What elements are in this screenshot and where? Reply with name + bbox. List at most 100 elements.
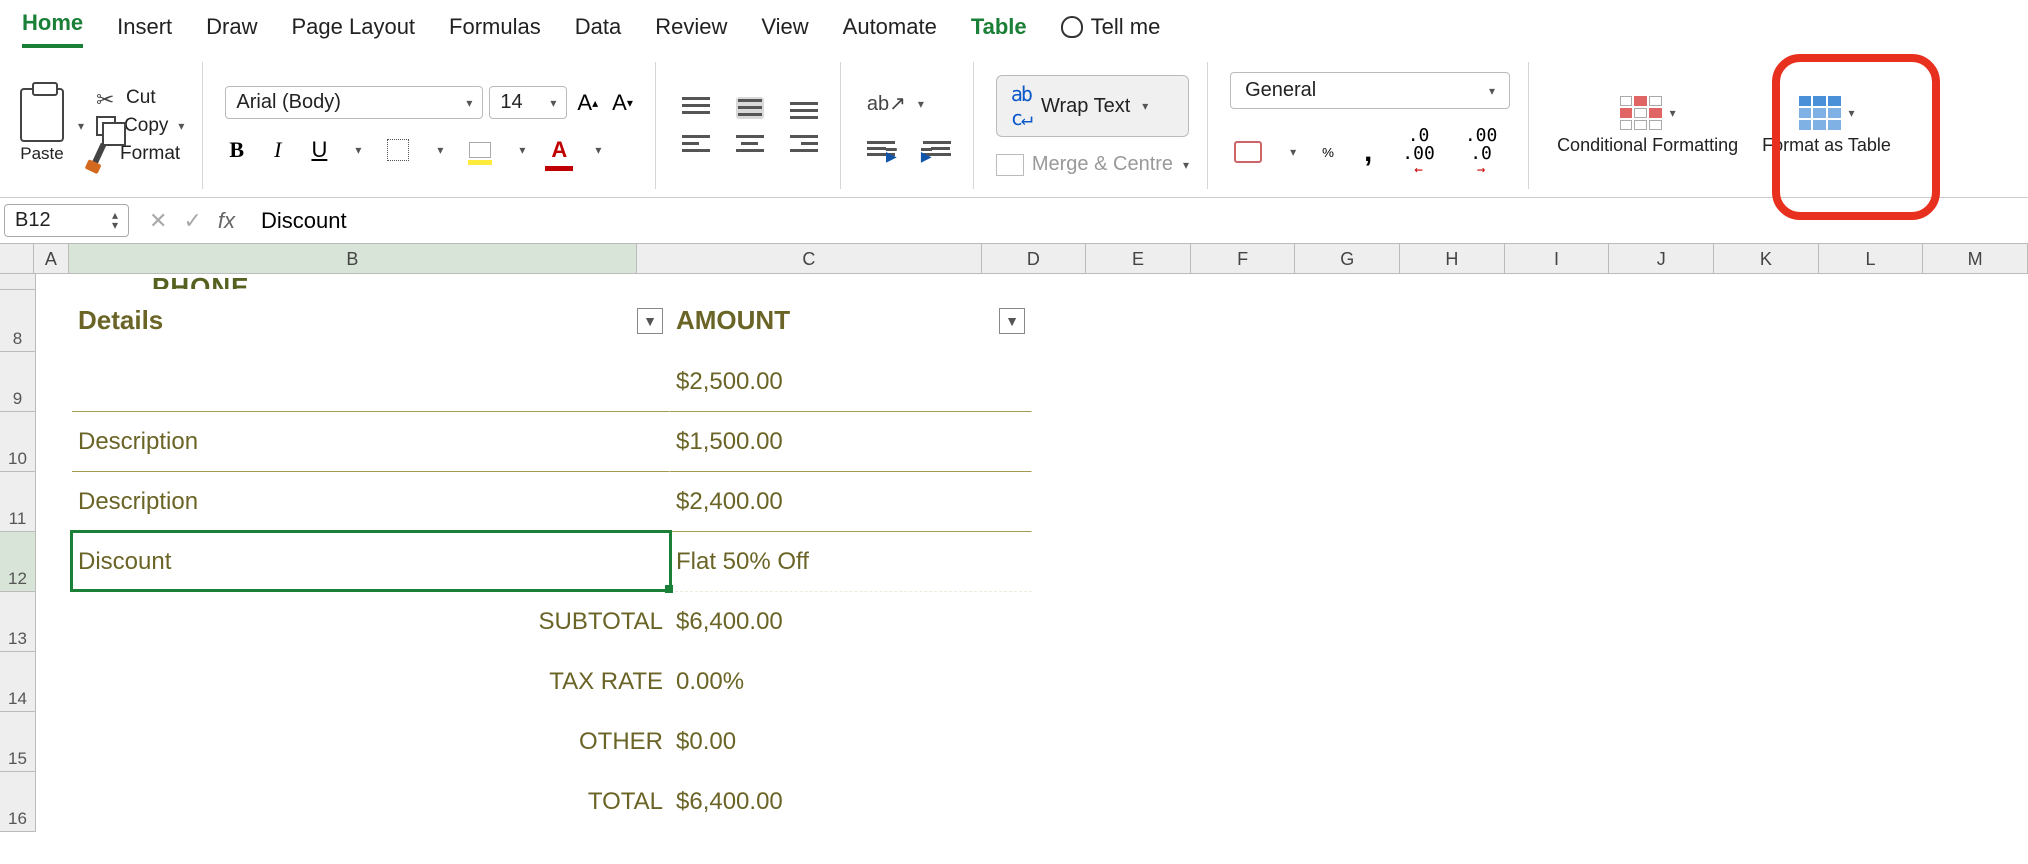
paste-caret[interactable]: ▾ [78,119,84,133]
font-color-caret[interactable]: ▾ [595,143,601,157]
cut-button[interactable]: Cut [96,87,184,109]
cell-C9[interactable]: $2,500.00 [670,352,1032,412]
increase-font-button[interactable]: A▴ [573,88,602,118]
font-size-select[interactable]: 14 ▾ [489,86,567,119]
comma-format-button[interactable]: , [1360,133,1376,171]
tab-insert[interactable]: Insert [117,14,172,48]
row-header-9[interactable]: 9 [0,352,36,412]
cell-C14[interactable]: 0.00% [670,652,1032,712]
col-header-J[interactable]: J [1609,244,1714,273]
cell-C12[interactable]: Flat 50% Off [670,532,1032,592]
cell-C11[interactable]: $2,400.00 [670,472,1032,532]
italic-button[interactable]: I [270,135,285,165]
borders-caret[interactable]: ▾ [437,143,443,157]
increase-indent-button[interactable]: ▶ [919,136,955,162]
row-header-11[interactable]: 11 [0,472,36,532]
decrease-decimal-button[interactable]: .00.0→ [1461,125,1502,179]
confirm-icon[interactable]: ✓ [183,208,201,234]
col-header-E[interactable]: E [1086,244,1191,273]
accounting-format-button[interactable] [1230,139,1266,165]
cell-B13[interactable]: SUBTOTAL [72,592,670,652]
filter-button-details[interactable]: ▼ [637,308,663,334]
bold-button[interactable]: B [225,135,248,165]
fill-color-button[interactable] [465,140,495,160]
tab-table[interactable]: Table [971,14,1027,48]
tab-data[interactable]: Data [575,14,621,48]
col-header-H[interactable]: H [1400,244,1505,273]
align-middle-button[interactable] [732,95,768,121]
row-header-14[interactable]: 14 [0,652,36,712]
paste-button[interactable]: Paste [20,88,64,164]
format-painter-button[interactable]: Format [96,143,184,165]
cell-B10[interactable]: Description [72,412,670,472]
tab-formulas[interactable]: Formulas [449,14,541,48]
cell-B12[interactable]: Discount [72,532,670,592]
row-header-7[interactable] [0,274,36,290]
borders-button[interactable] [383,137,413,163]
align-left-button[interactable] [678,131,714,157]
conditional-formatting-button[interactable]: ▾ Conditional Formatting [1551,96,1744,156]
col-header-M[interactable]: M [1923,244,2028,273]
fill-caret[interactable]: ▾ [519,143,525,157]
cell-C16[interactable]: $6,400.00 [670,772,1032,832]
cell-B8[interactable]: Details ▼ [72,290,670,352]
col-header-A[interactable]: A [34,244,68,273]
cell-C13[interactable]: $6,400.00 [670,592,1032,652]
percent-format-button[interactable]: % [1318,143,1338,162]
currency-caret[interactable]: ▾ [1290,145,1296,159]
cancel-icon[interactable]: ✕ [149,208,167,234]
tell-me[interactable]: Tell me [1061,14,1161,48]
cell-B16[interactable]: TOTAL [72,772,670,832]
col-header-K[interactable]: K [1714,244,1819,273]
col-header-F[interactable]: F [1191,244,1296,273]
cell-C8[interactable]: AMOUNT ▼ [670,290,1032,352]
orientation-caret[interactable]: ▾ [918,97,924,111]
row-header-8[interactable]: 8 [0,290,36,352]
row-header-15[interactable]: 15 [0,712,36,772]
number-format-select[interactable]: General ▾ [1230,72,1510,109]
align-right-button[interactable] [786,131,822,157]
row-header-10[interactable]: 10 [0,412,36,472]
cell-C10[interactable]: $1,500.00 [670,412,1032,472]
format-as-table-button[interactable]: ▾ Format as Table [1756,96,1897,156]
tab-automate[interactable]: Automate [843,14,937,48]
underline-button[interactable]: U [307,135,331,165]
cell-B9[interactable] [72,352,670,412]
align-top-button[interactable] [678,95,714,121]
filter-button-amount[interactable]: ▼ [999,308,1025,334]
formula-input[interactable] [251,204,2028,238]
decrease-indent-button[interactable]: ◀ [863,136,899,162]
align-center-button[interactable] [732,131,768,157]
cell-B15[interactable]: OTHER [72,712,670,772]
tab-draw[interactable]: Draw [206,14,257,48]
wrap-text-button[interactable]: abc↵ Wrap Text ▾ [996,75,1189,137]
underline-caret[interactable]: ▾ [355,143,361,157]
decrease-font-button[interactable]: A▾ [608,88,637,118]
row-header-12[interactable]: 12 [0,532,36,592]
increase-decimal-button[interactable]: .0.00← [1398,125,1439,179]
merge-centre-button[interactable]: Merge & Centre ▾ [996,153,1189,176]
font-color-button[interactable]: A [547,135,571,165]
cell-B11[interactable]: Description [72,472,670,532]
col-header-L[interactable]: L [1819,244,1924,273]
tab-page-layout[interactable]: Page Layout [292,14,416,48]
select-all-corner[interactable] [0,244,34,273]
row-header-16[interactable]: 16 [0,772,36,832]
cell-C15[interactable]: $0.00 [670,712,1032,772]
col-header-G[interactable]: G [1295,244,1400,273]
col-header-C[interactable]: C [637,244,981,273]
col-header-I[interactable]: I [1505,244,1610,273]
tab-review[interactable]: Review [655,14,727,48]
spreadsheet-grid[interactable]: A B C D E F G H I J K L M PHONE 8 Detail… [0,244,2028,832]
align-bottom-button[interactable] [786,95,822,121]
row-header-13[interactable]: 13 [0,592,36,652]
cell-B14[interactable]: TAX RATE [72,652,670,712]
col-header-D[interactable]: D [982,244,1087,273]
tab-home[interactable]: Home [22,10,83,48]
fx-icon[interactable]: fx [218,208,235,234]
tab-view[interactable]: View [761,14,808,48]
name-box[interactable]: B12 ▴▾ [4,204,129,237]
copy-button[interactable]: Copy ▾ [96,115,184,137]
font-name-select[interactable]: Arial (Body) ▾ [225,86,483,119]
orientation-button[interactable]: ab↗ [863,89,910,118]
